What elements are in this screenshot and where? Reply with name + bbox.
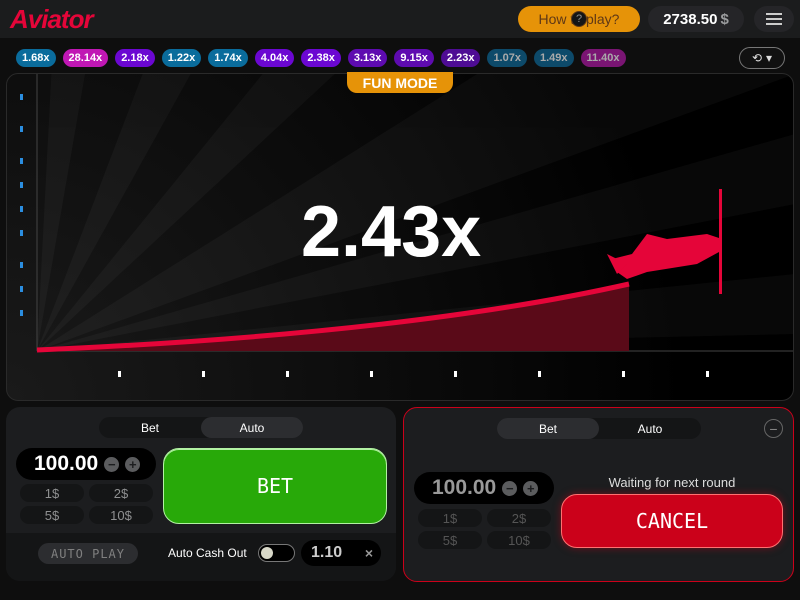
question-icon: ?: [571, 11, 587, 27]
logo: Aviator: [10, 4, 94, 34]
history-multiplier[interactable]: 28.14x: [62, 49, 109, 67]
clear-icon[interactable]: ×: [365, 545, 373, 561]
quick-amount-5[interactable]: 5$: [418, 531, 482, 549]
plus-button[interactable]: +: [125, 456, 141, 472]
x-axis-dots: [118, 371, 709, 377]
bet-button[interactable]: BET: [163, 448, 387, 524]
history-multiplier[interactable]: 1.49x: [533, 49, 574, 67]
how-to-play-button[interactable]: ?How to play?: [518, 6, 640, 32]
bet-panel-2: Bet Auto − 100.00 − + 1$ 2$ 5$ 10$ Waitin…: [403, 407, 794, 582]
history-multiplier[interactable]: 4.04x: [254, 49, 295, 67]
menu-button[interactable]: [754, 6, 794, 32]
remove-panel-button[interactable]: −: [764, 419, 783, 438]
bet-panel-1: Bet Auto 100.00 − + 1$ 2$ 5$ 10$ BET AUTO…: [6, 407, 396, 581]
history-icon: ⟲: [751, 51, 763, 65]
game-canvas: 2.43x: [6, 73, 794, 401]
bet-amount-input[interactable]: 100.00 − +: [16, 448, 156, 480]
amount-value: 100.00: [432, 476, 497, 499]
history-toggle-button[interactable]: ⟲ ▾: [739, 47, 785, 69]
history-multiplier[interactable]: 1.07x: [487, 49, 527, 67]
history-multiplier[interactable]: 1.74x: [208, 49, 248, 67]
multiplier: 2.43x: [301, 192, 482, 272]
quick-amount-1[interactable]: 1$: [418, 509, 482, 527]
tab-bet[interactable]: Bet: [99, 417, 201, 438]
quick-amount-2[interactable]: 2$: [89, 484, 153, 502]
hamburger-icon: [766, 13, 782, 15]
fun-mode-badge: FUN MODE: [347, 72, 453, 93]
bet-amount-input[interactable]: 100.00 − +: [414, 472, 554, 504]
y-axis-dots: [20, 94, 23, 316]
cancel-button[interactable]: CANCEL: [561, 494, 783, 548]
history-multiplier[interactable]: 2.23x: [440, 49, 481, 67]
bet-auto-tabs: Bet Auto: [99, 417, 303, 438]
tab-auto[interactable]: Auto: [201, 417, 303, 438]
quick-amount-10[interactable]: 10$: [487, 531, 551, 549]
cash-out-value: 1.10: [311, 544, 343, 561]
tab-bet[interactable]: Bet: [497, 418, 599, 439]
waiting-status: Waiting for next round: [608, 475, 736, 490]
auto-cash-out-toggle[interactable]: [258, 544, 295, 562]
tab-auto[interactable]: Auto: [599, 418, 701, 439]
history-bar: 1.68x 28.14x 2.18x 1.22x 1.74x 4.04x 2.38x 3.13…: [16, 49, 626, 67]
auto-cash-out-label: Auto Cash Out: [168, 546, 247, 560]
history-multiplier[interactable]: 1.22x: [161, 49, 202, 67]
history-multiplier[interactable]: 9.15x: [394, 49, 434, 67]
history-multiplier[interactable]: 1.68x: [16, 49, 56, 67]
quick-amount-1[interactable]: 1$: [20, 484, 84, 502]
auto-play-button[interactable]: AUTO PLAY: [38, 543, 138, 564]
balance-value: 2738.50: [663, 10, 718, 28]
amount-value: 100.00: [34, 452, 99, 475]
minus-button[interactable]: −: [104, 456, 120, 472]
history-multiplier[interactable]: 11.40x: [580, 49, 626, 67]
balance: 2738.50 $: [648, 6, 744, 32]
bet-auto-tabs: Bet Auto: [497, 418, 701, 439]
history-multiplier[interactable]: 2.18x: [115, 49, 155, 67]
quick-amount-10[interactable]: 10$: [89, 506, 153, 524]
quick-amount-2[interactable]: 2$: [487, 509, 551, 527]
chevron-down-icon: ▾: [766, 51, 773, 65]
history-multiplier[interactable]: 2.38x: [301, 49, 341, 67]
cash-out-input[interactable]: 1.10 ×: [301, 540, 381, 566]
minus-button[interactable]: −: [502, 480, 518, 496]
history-multiplier[interactable]: 3.13x: [347, 49, 388, 67]
plus-button[interactable]: +: [523, 480, 539, 496]
quick-amount-5[interactable]: 5$: [20, 506, 84, 524]
header: Aviator ?How to play? 2738.50$: [0, 0, 800, 38]
currency: $: [720, 10, 729, 28]
